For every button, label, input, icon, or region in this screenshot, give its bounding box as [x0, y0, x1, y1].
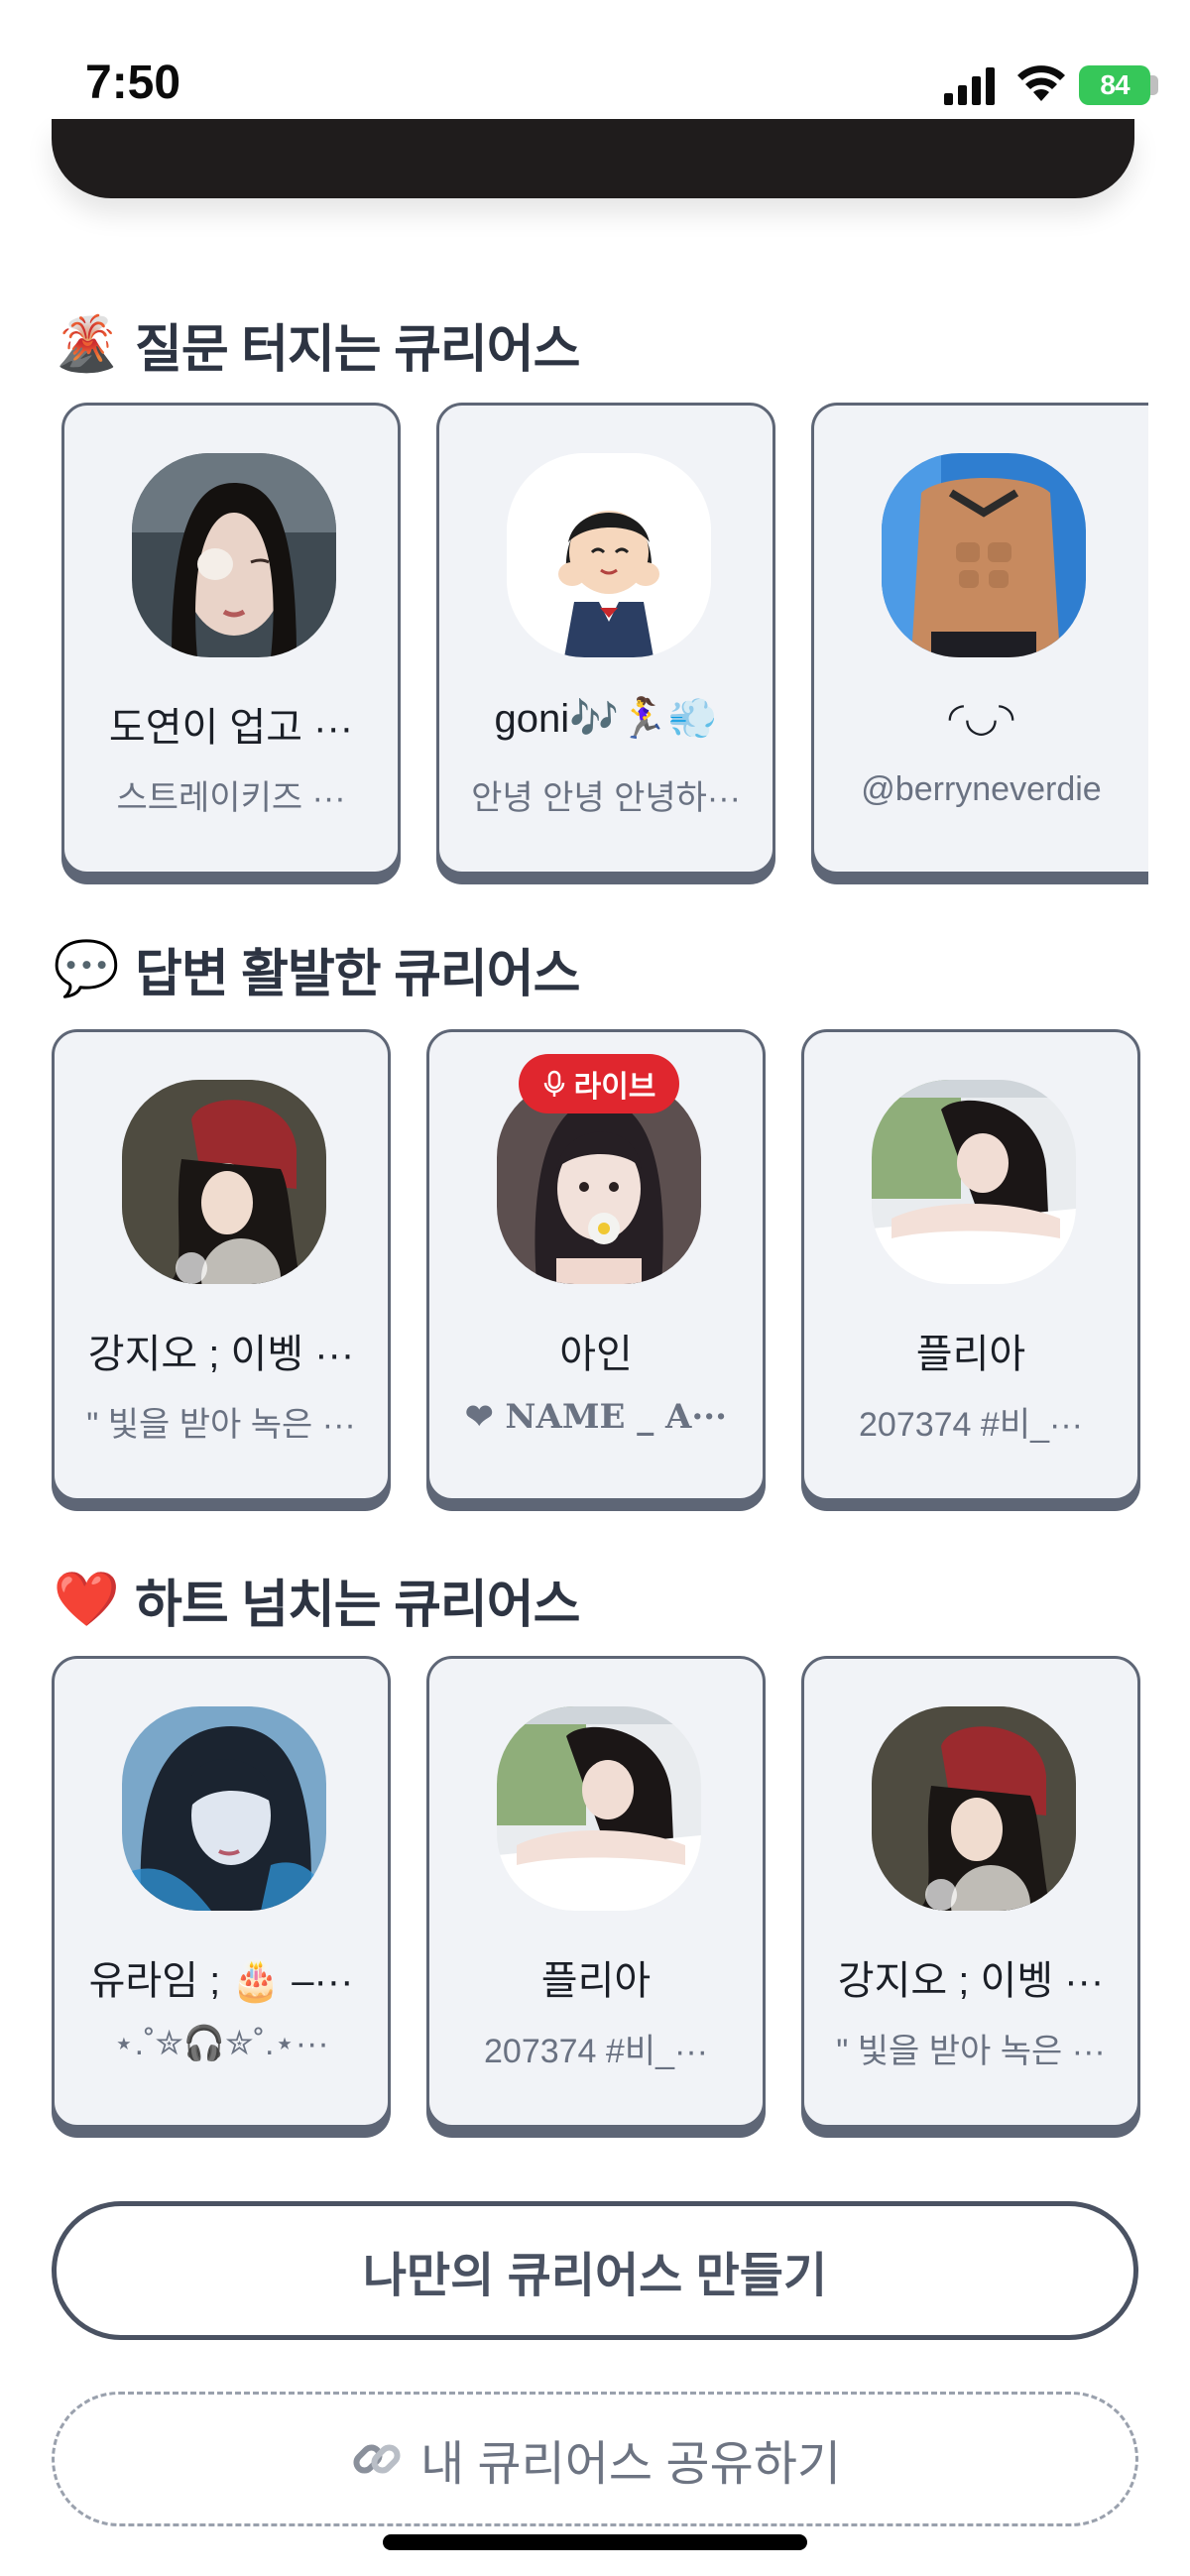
microphone-icon: [543, 1070, 564, 1097]
create-curious-label: 나만의 큐리어스 만들기: [362, 2250, 828, 2302]
profile-card[interactable]: 플리아 207374 #비_···: [426, 1656, 766, 2128]
card-subtitle: @berryneverdie: [861, 770, 1102, 808]
battery-tip: [1150, 75, 1158, 95]
card-subtitle: 207374 #비_···: [859, 1406, 1083, 1444]
signal-icon: [944, 67, 995, 105]
link-icon: [353, 2444, 401, 2474]
card-name: 플리아: [915, 1333, 1026, 1376]
card-subtitle: 스트레이키즈 ···: [116, 779, 346, 817]
profile-card[interactable]: 라이브 아인 ❤ 𝐍𝐀𝐌𝐄 _ 𝐀···: [426, 1029, 766, 1501]
card-name: 강지오 ; 이벵 ···: [87, 1333, 355, 1376]
card-name: 도연이 업고 ···: [108, 706, 354, 750]
speech-bubble-icon: 💬: [53, 939, 120, 998]
card-subtitle: 안녕 안녕 안녕하···: [471, 779, 741, 817]
section-title-question: 🌋 질문 터지는 큐리어스: [52, 307, 581, 382]
avatar: [507, 453, 711, 657]
live-badge-label: 라이브: [573, 1071, 656, 1104]
top-banner[interactable]: [52, 119, 1134, 198]
card-name: 유라임 ; 🎂 –···: [88, 1959, 354, 2003]
create-curious-button[interactable]: 나만의 큐리어스 만들기: [52, 2201, 1138, 2340]
section-title-label: 답변 활발한 큐리어스: [135, 946, 580, 1003]
avatar: [132, 453, 336, 657]
avatar: [872, 1706, 1076, 1911]
card-name: 플리아: [540, 1959, 652, 2003]
section-title-label: 하트 넘치는 큐리어스: [135, 1577, 580, 1634]
profile-card[interactable]: goni🎶🏃‍♀️💨 안녕 안녕 안녕하···: [436, 403, 775, 875]
status-time: 7:50: [85, 57, 181, 109]
volcano-icon: 🌋: [53, 314, 120, 374]
card-name: goni🎶🏃‍♀️💨: [494, 697, 718, 741]
heart-icon: ❤️: [53, 1570, 120, 1629]
profile-card[interactable]: 플리아 207374 #비_···: [801, 1029, 1140, 1501]
card-subtitle: ⋆.˚✮🎧✮˚.⋆···: [113, 2025, 329, 2062]
profile-card[interactable]: 강지오 ; 이벵 ··· " 빛을 받아 녹은 ···: [52, 1029, 391, 1501]
avatar: [122, 1080, 326, 1284]
card-subtitle: " 빛을 받아 녹은 ···: [836, 2033, 1106, 2070]
live-badge[interactable]: 라이브: [519, 1054, 679, 1113]
section-title-heart: ❤️ 하트 넘치는 큐리어스: [52, 1563, 581, 1637]
avatar: [122, 1706, 326, 1911]
share-curious-label: 내 큐리어스 공유하기: [419, 2438, 842, 2491]
card-subtitle: ❤ 𝐍𝐀𝐌𝐄 _ 𝐀···: [465, 1397, 727, 1437]
card-name: 강지오 ; 이벵 ···: [837, 1959, 1105, 2003]
avatar: [882, 453, 1086, 657]
wifi-icon: [1017, 65, 1065, 101]
home-indicator[interactable]: [383, 2534, 807, 2550]
battery-indicator: 84: [1079, 65, 1150, 105]
card-subtitle: " 빛을 받아 녹은 ···: [86, 1406, 356, 1444]
share-curious-button[interactable]: 내 큐리어스 공유하기: [52, 2392, 1138, 2526]
profile-card[interactable]: ◜◡◝ @berryneverdie: [811, 403, 1148, 875]
card-name: ◜◡◝: [948, 696, 1014, 740]
avatar: [872, 1080, 1076, 1284]
section-title-answer: 💬 답변 활발한 큐리어스: [52, 932, 581, 1006]
profile-card[interactable]: 강지오 ; 이벵 ··· " 빛을 받아 녹은 ···: [801, 1656, 1140, 2128]
section-title-label: 질문 터지는 큐리어스: [135, 321, 580, 379]
card-subtitle: 207374 #비_···: [484, 2033, 708, 2070]
profile-card[interactable]: 유라임 ; 🎂 –··· ⋆.˚✮🎧✮˚.⋆···: [52, 1656, 391, 2128]
avatar: [497, 1706, 701, 1911]
card-name: 아인: [559, 1333, 633, 1376]
profile-card[interactable]: 도연이 업고 ··· 스트레이키즈 ···: [61, 403, 401, 875]
